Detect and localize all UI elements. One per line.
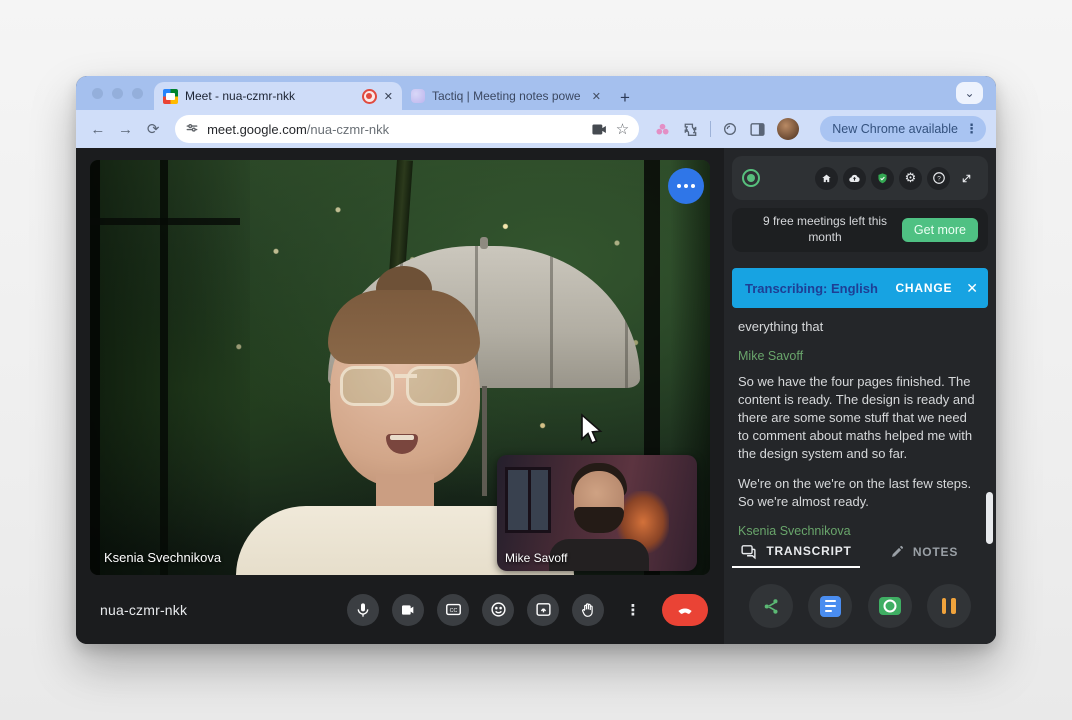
camera-button[interactable] xyxy=(392,594,424,626)
quota-card: 9 free meetings left this month Get more xyxy=(732,208,988,252)
tab-title: Meet - nua-czmr-nkk xyxy=(185,89,355,103)
tab-notes[interactable]: NOTES xyxy=(860,536,988,568)
close-tab-icon[interactable]: ✕ xyxy=(384,90,393,103)
meeting-code: nua-czmr-nkk xyxy=(100,602,187,618)
home-icon[interactable] xyxy=(815,167,838,190)
tactiq-recording-icon xyxy=(742,169,760,187)
chrome-update-chip[interactable]: New Chrome available ⋮ xyxy=(820,116,986,142)
raise-hand-button[interactable] xyxy=(572,594,604,626)
camera-in-use-icon[interactable] xyxy=(591,122,608,137)
address-bar[interactable]: meet.google.com/nua-czmr-nkk ☆ xyxy=(175,115,639,143)
transcript-list[interactable]: everything that Mike Savoff So we have t… xyxy=(732,308,988,536)
meet-area: Ksenia Svechnikova Mike Savoff nua-czmr-… xyxy=(76,148,724,644)
pause-icon xyxy=(942,598,956,614)
participant-name-label: Mike Savoff xyxy=(505,551,567,565)
transcript-speaker: Ksenia Svechnikova xyxy=(738,523,978,536)
tab-meet[interactable]: Meet - nua-czmr-nkk ✕ xyxy=(154,82,402,110)
main-video-tile[interactable]: Ksenia Svechnikova Mike Savoff xyxy=(90,160,710,575)
transcript-line: So we have the four pages finished. The … xyxy=(738,373,978,463)
svg-text:CC: CC xyxy=(449,608,457,614)
bookmark-star-icon[interactable]: ☆ xyxy=(616,120,629,138)
screenshot-button[interactable] xyxy=(868,584,912,628)
chrome-update-label: New Chrome available xyxy=(832,122,958,136)
present-screen-button[interactable] xyxy=(527,594,559,626)
chat-notification-badge[interactable] xyxy=(668,168,704,204)
extensions-row: New Chrome available ⋮ xyxy=(654,116,986,142)
window-traffic-lights[interactable] xyxy=(92,88,143,99)
cloud-upload-icon[interactable] xyxy=(843,167,866,190)
meet-control-bar: nua-czmr-nkk CC xyxy=(76,575,724,644)
tab-transcript-label: TRANSCRIPT xyxy=(766,544,851,558)
export-to-docs-button[interactable] xyxy=(808,584,852,628)
change-language-button[interactable]: CHANGE xyxy=(895,281,952,295)
svg-text:?: ? xyxy=(937,175,941,182)
tab-search-chevron-icon[interactable]: ⌄ xyxy=(956,82,983,104)
captions-button[interactable]: CC xyxy=(437,594,469,626)
browser-window: Meet - nua-czmr-nkk ✕ Tactiq | Meeting n… xyxy=(76,76,996,644)
browser-toolbar: ← → ⟳ meet.google.com/nua-czmr-nkk ☆ New… xyxy=(76,110,996,148)
tactiq-panel: ⚙ ? 9 free meetings left this month Get … xyxy=(724,148,996,644)
google-docs-icon xyxy=(820,596,841,617)
tab-transcript[interactable]: TRANSCRIPT xyxy=(732,536,860,568)
side-search-icon[interactable] xyxy=(722,121,738,137)
share-icon xyxy=(762,597,781,616)
reactions-button[interactable] xyxy=(482,594,514,626)
settings-gear-icon[interactable]: ⚙ xyxy=(899,167,922,190)
get-more-button[interactable]: Get more xyxy=(902,218,978,242)
camera-icon xyxy=(879,597,901,615)
tactiq-extension-icon[interactable] xyxy=(654,121,671,138)
close-tab-icon[interactable]: ✕ xyxy=(592,90,601,103)
back-button[interactable]: ← xyxy=(86,121,110,138)
end-call-button[interactable] xyxy=(662,594,708,626)
close-banner-icon[interactable]: ✕ xyxy=(966,280,978,297)
browser-menu-icon[interactable]: ⋮ xyxy=(965,121,978,137)
microphone-button[interactable] xyxy=(347,594,379,626)
quota-text: 9 free meetings left this month xyxy=(756,214,894,245)
tab-strip: Meet - nua-czmr-nkk ✕ Tactiq | Meeting n… xyxy=(76,76,996,110)
tab-notes-label: NOTES xyxy=(913,545,958,559)
mouse-cursor xyxy=(578,413,604,447)
pause-transcription-button[interactable] xyxy=(927,584,971,628)
tactiq-favicon-icon xyxy=(411,89,425,103)
detach-panel-icon[interactable] xyxy=(955,167,978,190)
privacy-shield-icon[interactable] xyxy=(871,167,894,190)
panel-tabs: TRANSCRIPT NOTES xyxy=(732,536,988,568)
recording-indicator-icon xyxy=(362,89,377,104)
toolbar-divider xyxy=(710,121,711,137)
participant-name-label: Ksenia Svechnikova xyxy=(104,550,221,565)
transcribing-banner: Transcribing: English CHANGE ✕ xyxy=(732,268,988,308)
help-icon[interactable]: ? xyxy=(927,167,950,190)
scrollbar-thumb[interactable] xyxy=(986,492,993,544)
meet-favicon-icon xyxy=(163,89,178,104)
side-panel-icon[interactable] xyxy=(749,121,766,138)
transcribing-label: Transcribing: English xyxy=(745,281,878,296)
transcript-line: everything that xyxy=(738,318,978,336)
forward-button[interactable]: → xyxy=(114,121,138,138)
transcript-speaker: Mike Savoff xyxy=(738,348,978,365)
share-button[interactable] xyxy=(749,584,793,628)
reload-button[interactable]: ⟳ xyxy=(141,120,165,138)
url-text: meet.google.com/nua-czmr-nkk xyxy=(207,122,389,137)
pencil-icon xyxy=(890,545,904,559)
more-options-button[interactable]: ⋮ xyxy=(617,594,649,626)
tab-title: Tactiq | Meeting notes powe xyxy=(432,89,585,103)
chat-bubbles-icon xyxy=(740,543,757,560)
pip-video-tile[interactable]: Mike Savoff xyxy=(497,455,697,571)
site-settings-icon[interactable] xyxy=(185,122,199,136)
window xyxy=(505,467,551,533)
new-tab-button[interactable]: + xyxy=(620,89,630,106)
extensions-puzzle-icon[interactable] xyxy=(682,121,699,138)
tactiq-header: ⚙ ? xyxy=(732,156,988,200)
tab-tactiq[interactable]: Tactiq | Meeting notes powe ✕ xyxy=(402,82,610,110)
transcript-line: We're on the we're on the last few steps… xyxy=(738,475,978,511)
panel-actions xyxy=(724,568,996,644)
door-frame xyxy=(90,218,240,225)
profile-avatar[interactable] xyxy=(777,118,799,140)
